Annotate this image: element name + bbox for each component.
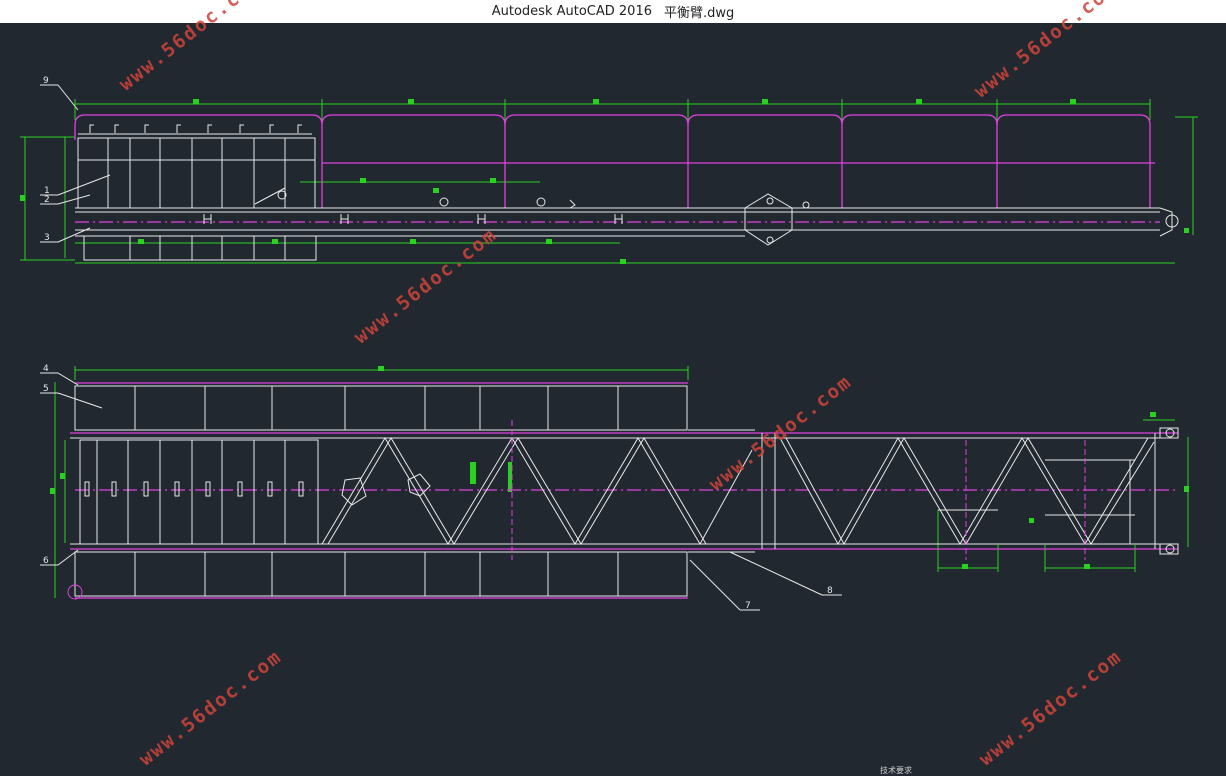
dimension-markers [20,99,1189,264]
callout-8: 8 [827,586,833,596]
app-title: Autodesk AutoCAD 2016 [491,4,652,19]
main-chord [75,193,1179,246]
notes-title: 技术要求 [880,766,912,775]
ballast-blocks [77,137,810,261]
window-title-bar: Autodesk AutoCAD 2016 平衡臂.dwg [0,0,1226,23]
callout-9: 9 [43,76,49,86]
elevation-view [20,99,1198,264]
file-name: 平衡臂.dwg [663,6,735,21]
callout-labels: 9 1 2 3 4 5 6 7 8 [43,76,833,611]
callout-3: 3 [44,233,50,243]
callout-5: 5 [43,384,49,394]
top-dimension-line [20,99,1198,264]
callout-4: 4 [43,364,49,374]
callout-6: 6 [43,556,49,566]
plan-ballast [79,439,319,545]
end-connectors [67,427,1179,600]
handrail [74,114,1160,223]
plan-dim-markers [50,366,1189,569]
plan-walkways [70,385,1178,597]
callout-2: 2 [44,195,50,205]
plan-chords-magenta [70,382,1178,599]
drawing-canvas[interactable]: 9 1 2 3 4 5 6 7 8 www.56doc.com www.56do… [0,0,1226,775]
plan-view [50,366,1189,600]
cad-drawing[interactable]: 9 1 2 3 4 5 6 7 8 [0,23,1226,760]
plan-dimensions [54,366,1189,598]
callout-7: 7 [745,601,751,611]
support-hooks [78,124,312,135]
